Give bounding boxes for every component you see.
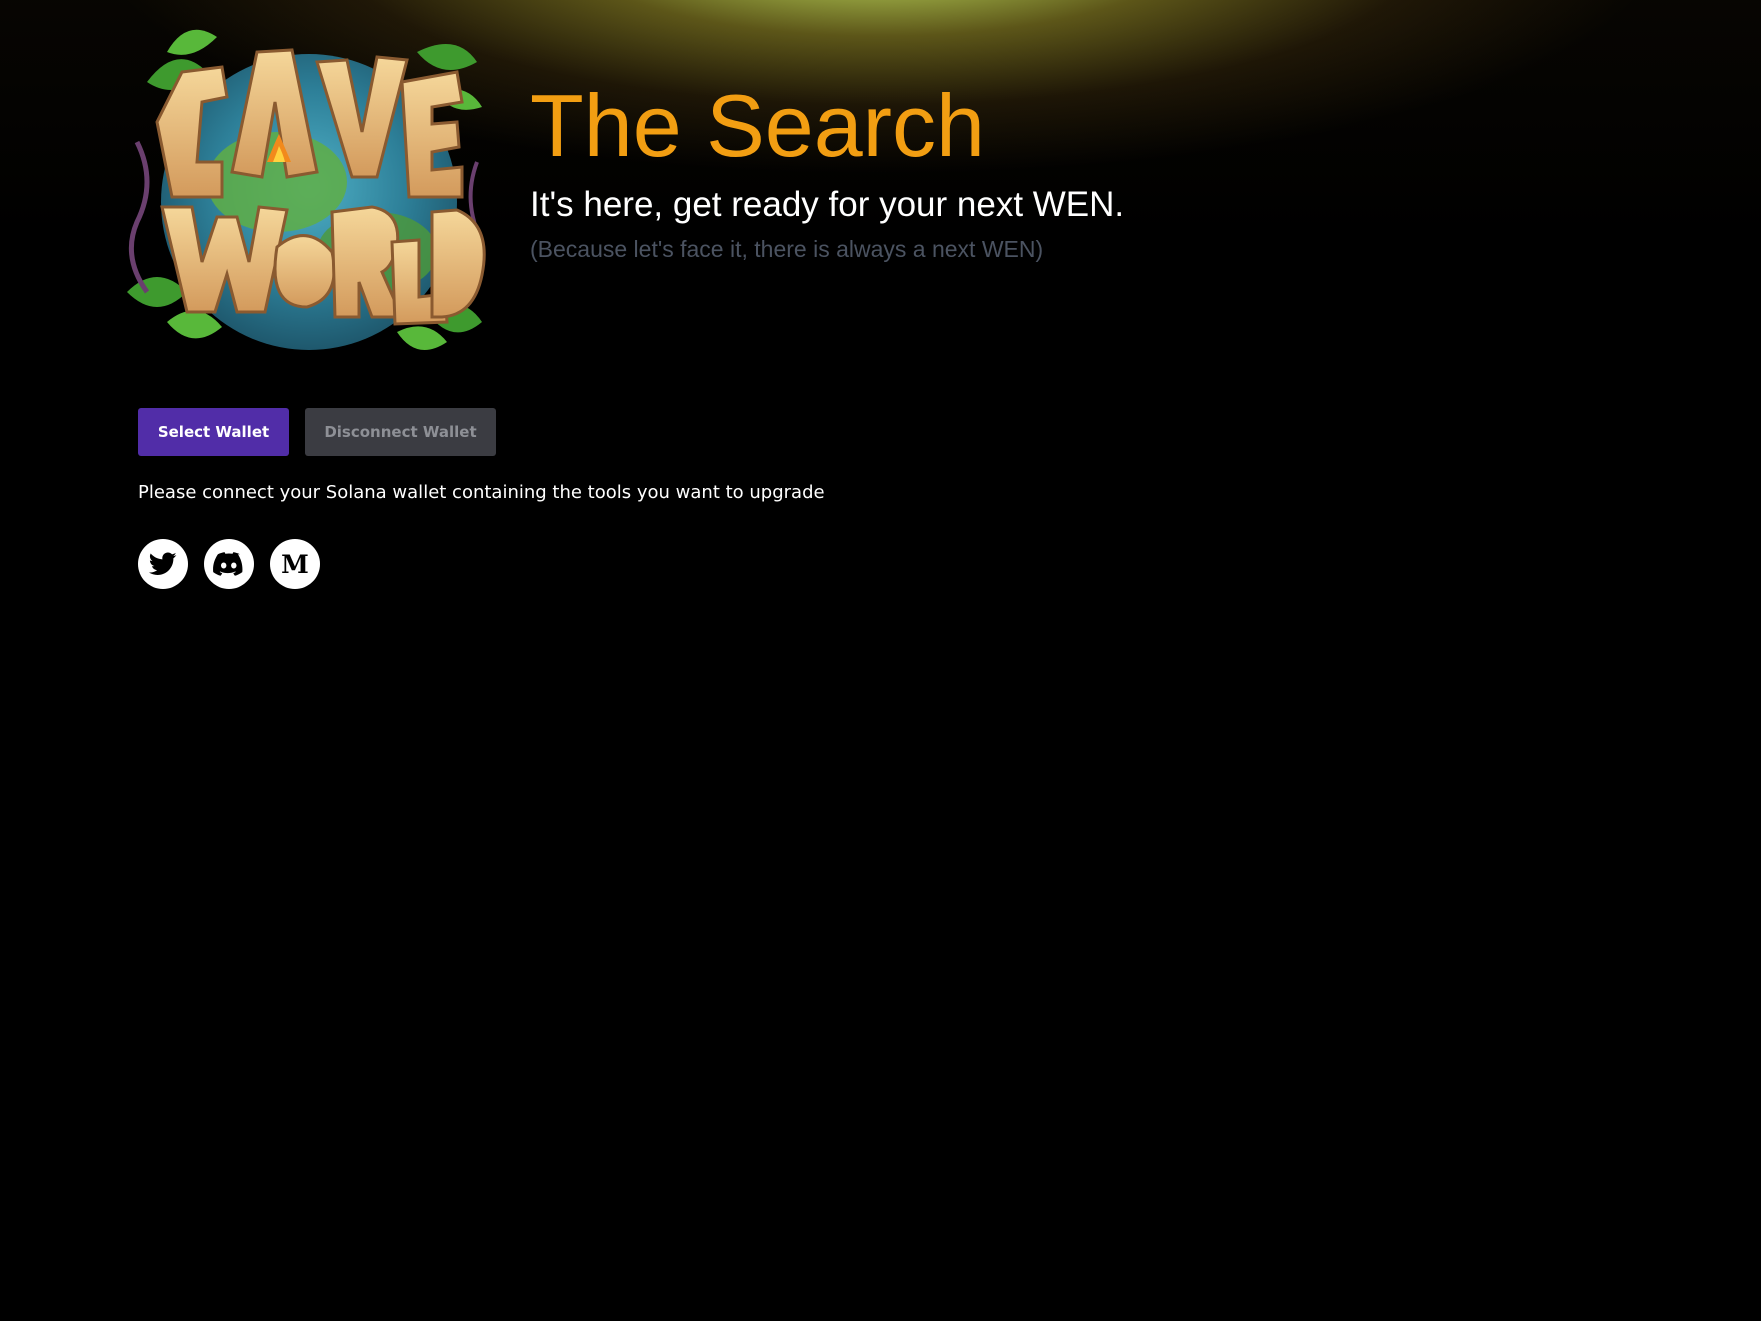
medium-icon: M	[281, 549, 309, 579]
discord-icon	[213, 552, 243, 576]
disconnect-wallet-button[interactable]: Disconnect Wallet	[305, 408, 496, 456]
cave-world-logo	[127, 12, 487, 364]
page-title: The Search	[530, 76, 985, 175]
select-wallet-button[interactable]: Select Wallet	[138, 408, 289, 456]
twitter-link[interactable]	[138, 539, 188, 589]
wallet-connect-hint: Please connect your Solana wallet contai…	[138, 482, 825, 503]
page-subtitle: It's here, get ready for your next WEN.	[530, 185, 1125, 224]
medium-link[interactable]: M	[270, 539, 320, 589]
twitter-icon	[149, 552, 177, 575]
page-tagline: (Because let's face it, there is always …	[530, 236, 1044, 262]
cave-world-logo-icon	[127, 29, 486, 350]
discord-link[interactable]	[204, 539, 254, 589]
